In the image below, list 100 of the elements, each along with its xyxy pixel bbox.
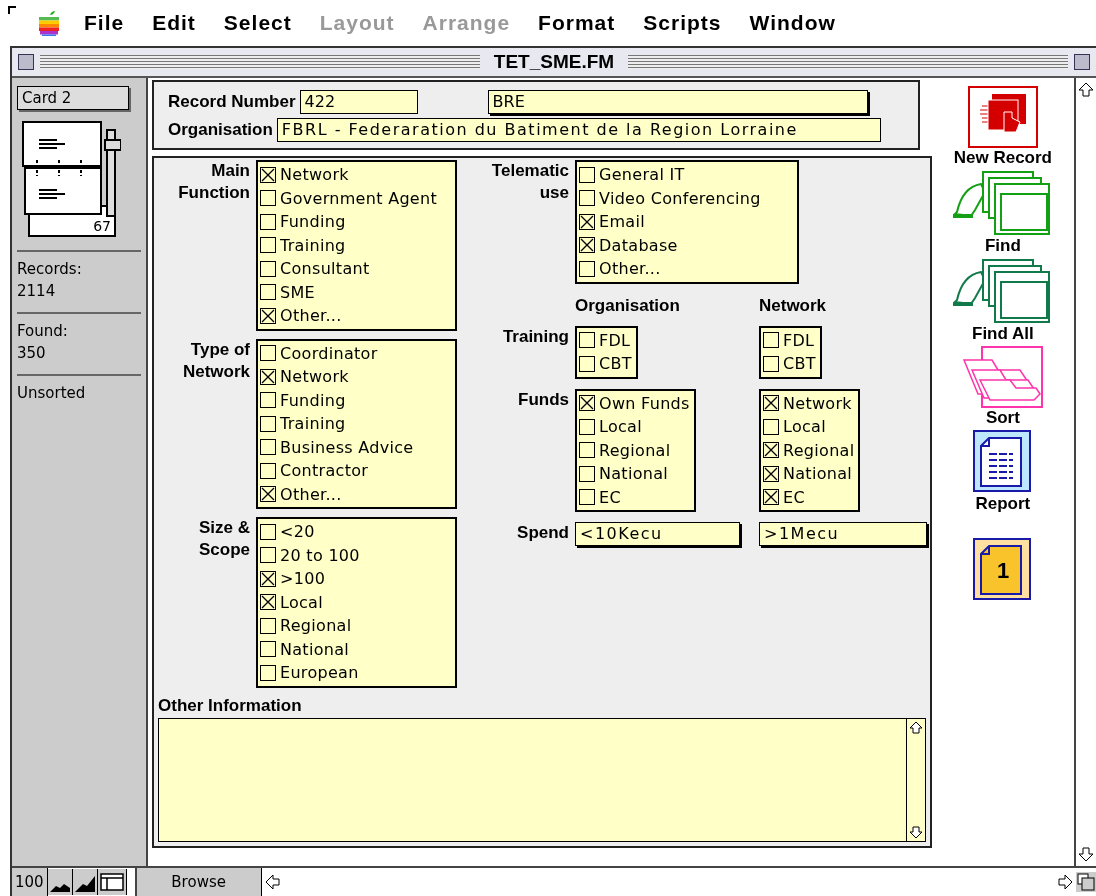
checkbox[interactable]	[260, 345, 276, 362]
group-label: Type of Network	[181, 338, 250, 383]
checkbox[interactable]	[260, 641, 276, 658]
option-label: Network	[280, 367, 349, 387]
checkbox[interactable]	[260, 307, 276, 324]
option-label: Network	[783, 393, 852, 413]
field-label: Record Number	[168, 92, 296, 112]
mode-selector[interactable]: Browse	[134, 868, 262, 896]
checkbox[interactable]	[579, 260, 595, 277]
layout-menu[interactable]: Card 2	[17, 86, 129, 110]
checkbox[interactable]	[579, 166, 595, 183]
zoom-in-icon[interactable]	[72, 869, 98, 895]
checkbox[interactable]	[579, 395, 595, 412]
option-label: Government Agent	[280, 188, 438, 208]
checkbox[interactable]	[260, 260, 276, 277]
option-label: FDL	[783, 330, 815, 350]
up-arrow-icon[interactable]	[909, 720, 923, 735]
checkbox[interactable]	[260, 166, 276, 183]
zoom-level[interactable]: 100	[12, 868, 48, 896]
checkbox[interactable]	[260, 594, 276, 611]
option-label: Coordinator	[280, 343, 378, 363]
menu-item[interactable]: Edit	[152, 11, 196, 35]
checkbox[interactable]	[260, 570, 276, 587]
checkbox[interactable]	[260, 617, 276, 634]
down-arrow-icon[interactable]	[909, 824, 923, 839]
option-label: Email	[599, 212, 645, 232]
toolbar-button[interactable]: Report	[972, 430, 1033, 514]
checkbox[interactable]	[763, 418, 779, 435]
option-label: National	[599, 464, 669, 484]
checkbox[interactable]	[579, 237, 595, 254]
up-arrow-icon[interactable]	[1077, 82, 1094, 98]
other-information-field[interactable]	[158, 717, 926, 842]
checkbox[interactable]	[579, 190, 595, 207]
option-label: Contractor	[280, 461, 369, 481]
checkbox[interactable]	[260, 415, 276, 432]
option-label: Regional	[783, 440, 855, 460]
checkbox[interactable]	[763, 442, 779, 459]
option-label: Other...	[599, 259, 661, 279]
checkbox[interactable]	[579, 213, 595, 230]
checkbox[interactable]	[763, 465, 779, 482]
apple-icon[interactable]	[38, 10, 60, 36]
close-box[interactable]	[18, 54, 34, 70]
menu-item[interactable]: Format	[538, 11, 616, 35]
option-label: Regional	[280, 616, 352, 636]
checkbox[interactable]	[579, 489, 595, 506]
group-label: Funds	[517, 388, 569, 411]
checkbox[interactable]	[579, 355, 595, 372]
page-button[interactable]: 1	[972, 516, 1033, 602]
checkbox[interactable]	[260, 368, 276, 385]
option-label: Consultant	[280, 259, 370, 279]
spend-field[interactable]: <10Kecu	[575, 522, 740, 546]
group-label: Training	[501, 325, 569, 348]
toolbar-button[interactable]: Find	[950, 170, 1055, 256]
menu-item[interactable]: Select	[223, 11, 292, 35]
menu-item[interactable]: Window	[749, 11, 836, 35]
checkbox[interactable]	[260, 190, 276, 207]
status-area-icon[interactable]	[97, 869, 127, 895]
checkbox[interactable]	[763, 489, 779, 506]
records-label: Records:	[17, 259, 83, 280]
checkbox[interactable]	[260, 439, 276, 456]
organisation-field[interactable]: FBRL - Federaration du Batiment de la Region Lorraine	[276, 118, 881, 142]
corner-icon	[8, 6, 16, 14]
option-label: Training	[280, 414, 346, 434]
menu-item[interactable]: File	[84, 11, 125, 35]
checkbox[interactable]	[763, 332, 779, 349]
option-label: FDL	[599, 330, 631, 350]
option-label: Funding	[280, 212, 346, 232]
group-label: Size & Scope	[197, 517, 250, 561]
checkbox[interactable]	[260, 664, 276, 681]
menu-item[interactable]: Scripts	[643, 11, 722, 35]
code-field[interactable]: BRE	[487, 90, 868, 114]
book-icon[interactable]	[21, 120, 121, 240]
zoom-box[interactable]	[1074, 54, 1090, 70]
right-arrow-icon[interactable]	[1057, 874, 1073, 890]
left-arrow-icon[interactable]	[264, 874, 281, 890]
checkbox[interactable]	[579, 418, 595, 435]
toolbar-button[interactable]: Sort	[961, 346, 1044, 428]
checkbox[interactable]	[579, 465, 595, 482]
toolbar-button[interactable]: Find All	[950, 258, 1055, 344]
checkbox[interactable]	[579, 442, 595, 459]
checkbox[interactable]	[260, 486, 276, 503]
checkbox[interactable]	[260, 213, 276, 230]
checkbox[interactable]	[763, 355, 779, 372]
option-label: Local	[783, 417, 826, 437]
toolbar-button[interactable]: New Record	[953, 86, 1052, 168]
group-label: Main Function	[177, 160, 250, 204]
checkbox[interactable]	[260, 547, 276, 564]
down-arrow-icon[interactable]	[1077, 846, 1094, 862]
checkbox[interactable]	[763, 395, 779, 412]
checkbox[interactable]	[260, 237, 276, 254]
checkbox[interactable]	[579, 332, 595, 349]
record-number-field[interactable]: 422	[299, 90, 418, 114]
checkbox[interactable]	[260, 284, 276, 301]
checkbox[interactable]	[260, 462, 276, 479]
resize-icon[interactable]	[1076, 872, 1096, 892]
checkbox[interactable]	[260, 392, 276, 409]
checkbox[interactable]	[260, 523, 276, 540]
zoom-out-icon[interactable]	[47, 869, 73, 895]
spend-field[interactable]: >1Mecu	[759, 522, 927, 546]
option-label: Training	[280, 235, 346, 255]
